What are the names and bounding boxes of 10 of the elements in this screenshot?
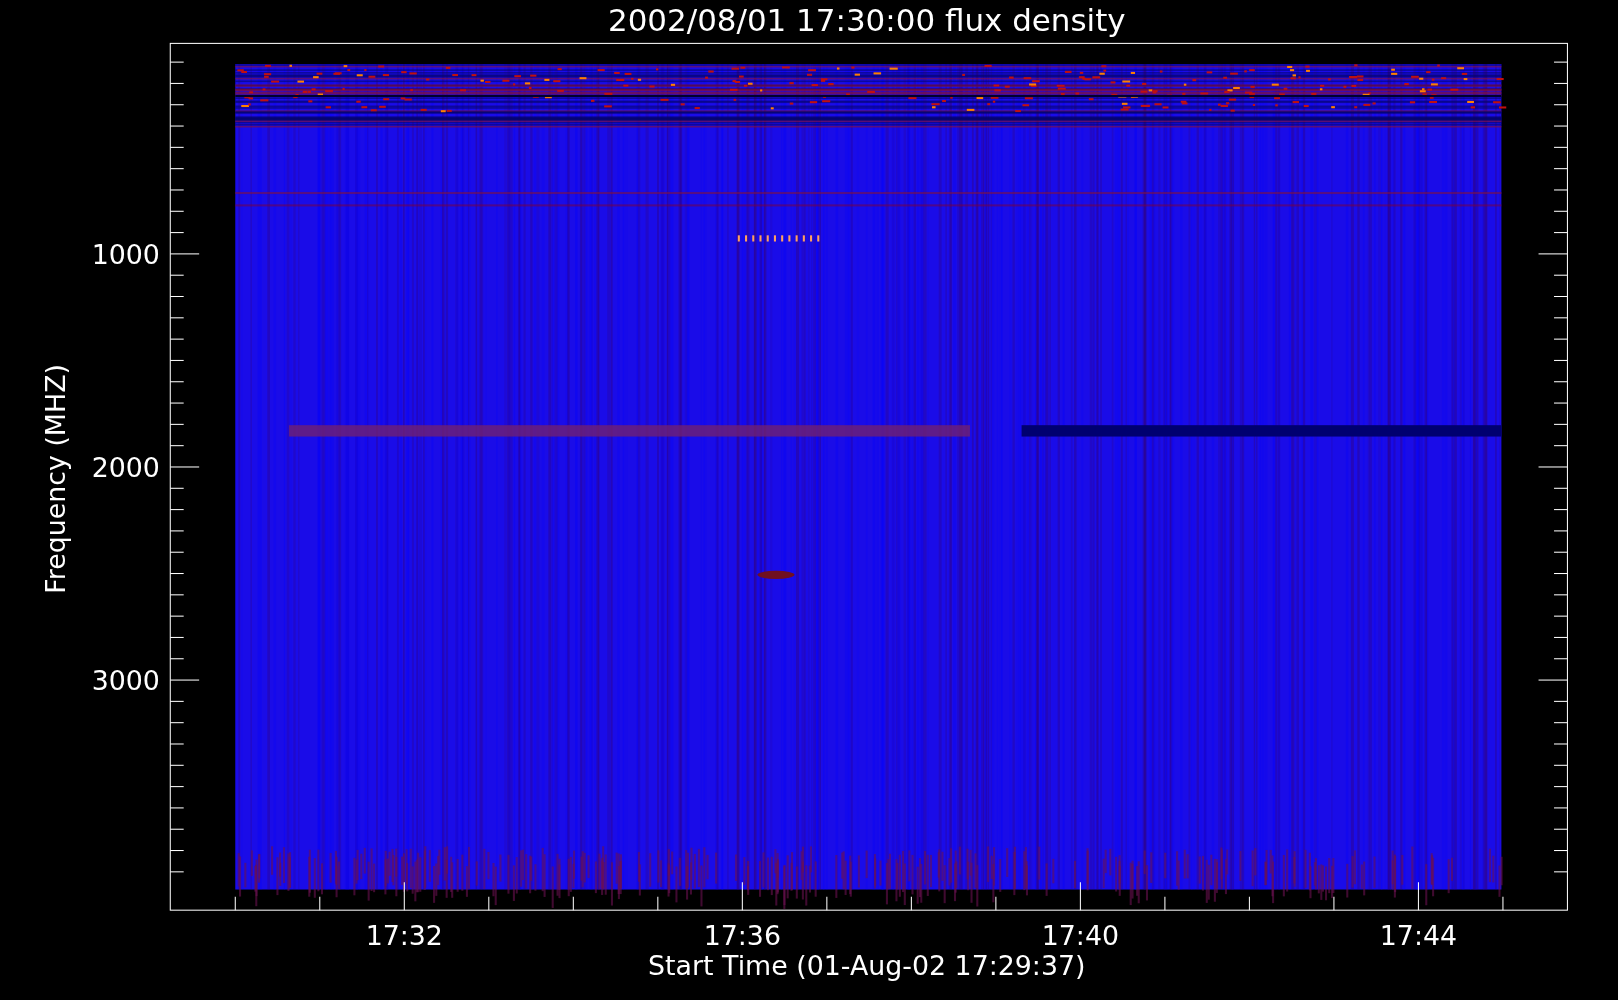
x-tick-label: 17:44	[1379, 920, 1458, 952]
y-tick-label: 3000	[91, 665, 160, 697]
x-axis-label: Start Time (01-Aug-02 17:29:37)	[648, 950, 1086, 982]
x-tick-label: 17:40	[1041, 920, 1120, 952]
x-tick-label: 17:32	[365, 920, 443, 952]
y-tick-label: 2000	[91, 452, 160, 484]
y-tick-label: 1000	[91, 239, 160, 271]
plot-title: 2002/08/01 17:30:00 flux density	[608, 2, 1126, 38]
x-tick-label: 17:36	[703, 920, 781, 952]
y-axis-label: Frequency (MHZ)	[40, 364, 71, 594]
